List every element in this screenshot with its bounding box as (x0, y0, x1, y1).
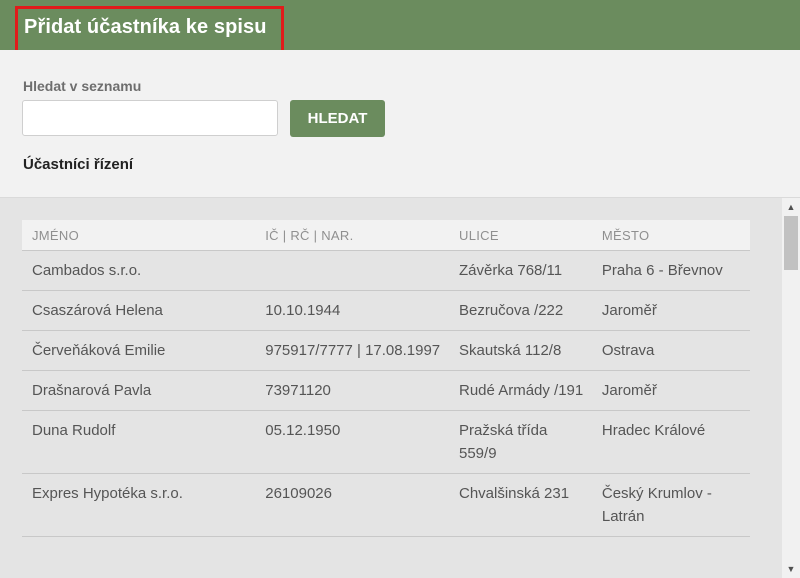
search-input[interactable] (22, 100, 278, 136)
table-row[interactable]: Červeňáková Emilie 975917/7777 | 17.08.1… (22, 330, 750, 371)
cell-id: 26109026 (255, 473, 449, 537)
participants-list: JMÉNO IČ | RČ | NAR. ULICE MĚSTO Cambado… (0, 198, 782, 578)
arrow-up-icon[interactable]: ▲ (782, 198, 800, 216)
cell-city: Ostrava (591, 330, 750, 371)
cell-city: Praha 6 - Břevnov (591, 250, 750, 291)
table-row[interactable]: Drašnarová Pavla 73971120 Rudé Armády /1… (22, 370, 750, 411)
table-row[interactable]: Duna Rudolf 05.12.1950 Pražská třída 559… (22, 410, 750, 474)
cell-name: Drašnarová Pavla (22, 370, 256, 411)
column-header-city: MĚSTO (591, 220, 750, 251)
cell-street: Rudé Armády /191 (449, 370, 592, 411)
table-header-row: JMÉNO IČ | RČ | NAR. ULICE MĚSTO (22, 220, 750, 251)
cell-street: Chvalšinská 231 (449, 473, 592, 537)
column-header-street: ULICE (449, 220, 592, 251)
cell-id: 975917/7777 | 17.08.1997 (255, 330, 449, 371)
vertical-scrollbar[interactable]: ▲ ▼ (782, 198, 800, 578)
cell-id: 73971120 (255, 370, 449, 411)
cell-name: Expres Hypotéka s.r.o. (22, 473, 256, 537)
scrollbar-thumb[interactable] (784, 216, 798, 270)
column-header-id: IČ | RČ | NAR. (255, 220, 449, 251)
search-label: Hledat v seznamu (23, 78, 142, 94)
column-header-name: JMÉNO (22, 220, 256, 251)
cell-street: Závěrka 768/11 (449, 250, 592, 291)
cell-street: Pražská třída 559/9 (449, 410, 592, 474)
cell-street: Bezručova /222 (449, 290, 592, 331)
arrow-down-icon[interactable]: ▼ (782, 560, 800, 578)
cell-id: 10.10.1944 (255, 290, 449, 331)
cell-city: Český Krumlov - Latrán (591, 473, 750, 537)
cell-id: 05.12.1950 (255, 410, 449, 474)
table-row[interactable]: Cambados s.r.o. Závěrka 768/11 Praha 6 -… (22, 250, 750, 291)
cell-id (255, 250, 449, 291)
filter-area: Hledat v seznamu HLEDAT Účastníci řízení (0, 50, 800, 198)
section-title: Účastníci řízení (23, 156, 134, 173)
cell-city: Jaroměř (591, 370, 750, 411)
cell-name: Duna Rudolf (22, 410, 256, 474)
cell-name: Csaszárová Helena (22, 290, 256, 331)
search-button[interactable]: HLEDAT (290, 100, 385, 137)
cell-name: Červeňáková Emilie (22, 330, 256, 371)
participants-table: JMÉNO IČ | RČ | NAR. ULICE MĚSTO Cambado… (22, 220, 750, 537)
cell-name: Cambados s.r.o. (22, 250, 256, 291)
cell-city: Jaroměř (591, 290, 750, 331)
table-row[interactable]: Csaszárová Helena 10.10.1944 Bezručova /… (22, 290, 750, 331)
cell-street: Skautská 112/8 (449, 330, 592, 371)
table-row[interactable]: Expres Hypotéka s.r.o. 26109026 Chvalšin… (22, 473, 750, 537)
cell-city: Hradec Králové (591, 410, 750, 474)
